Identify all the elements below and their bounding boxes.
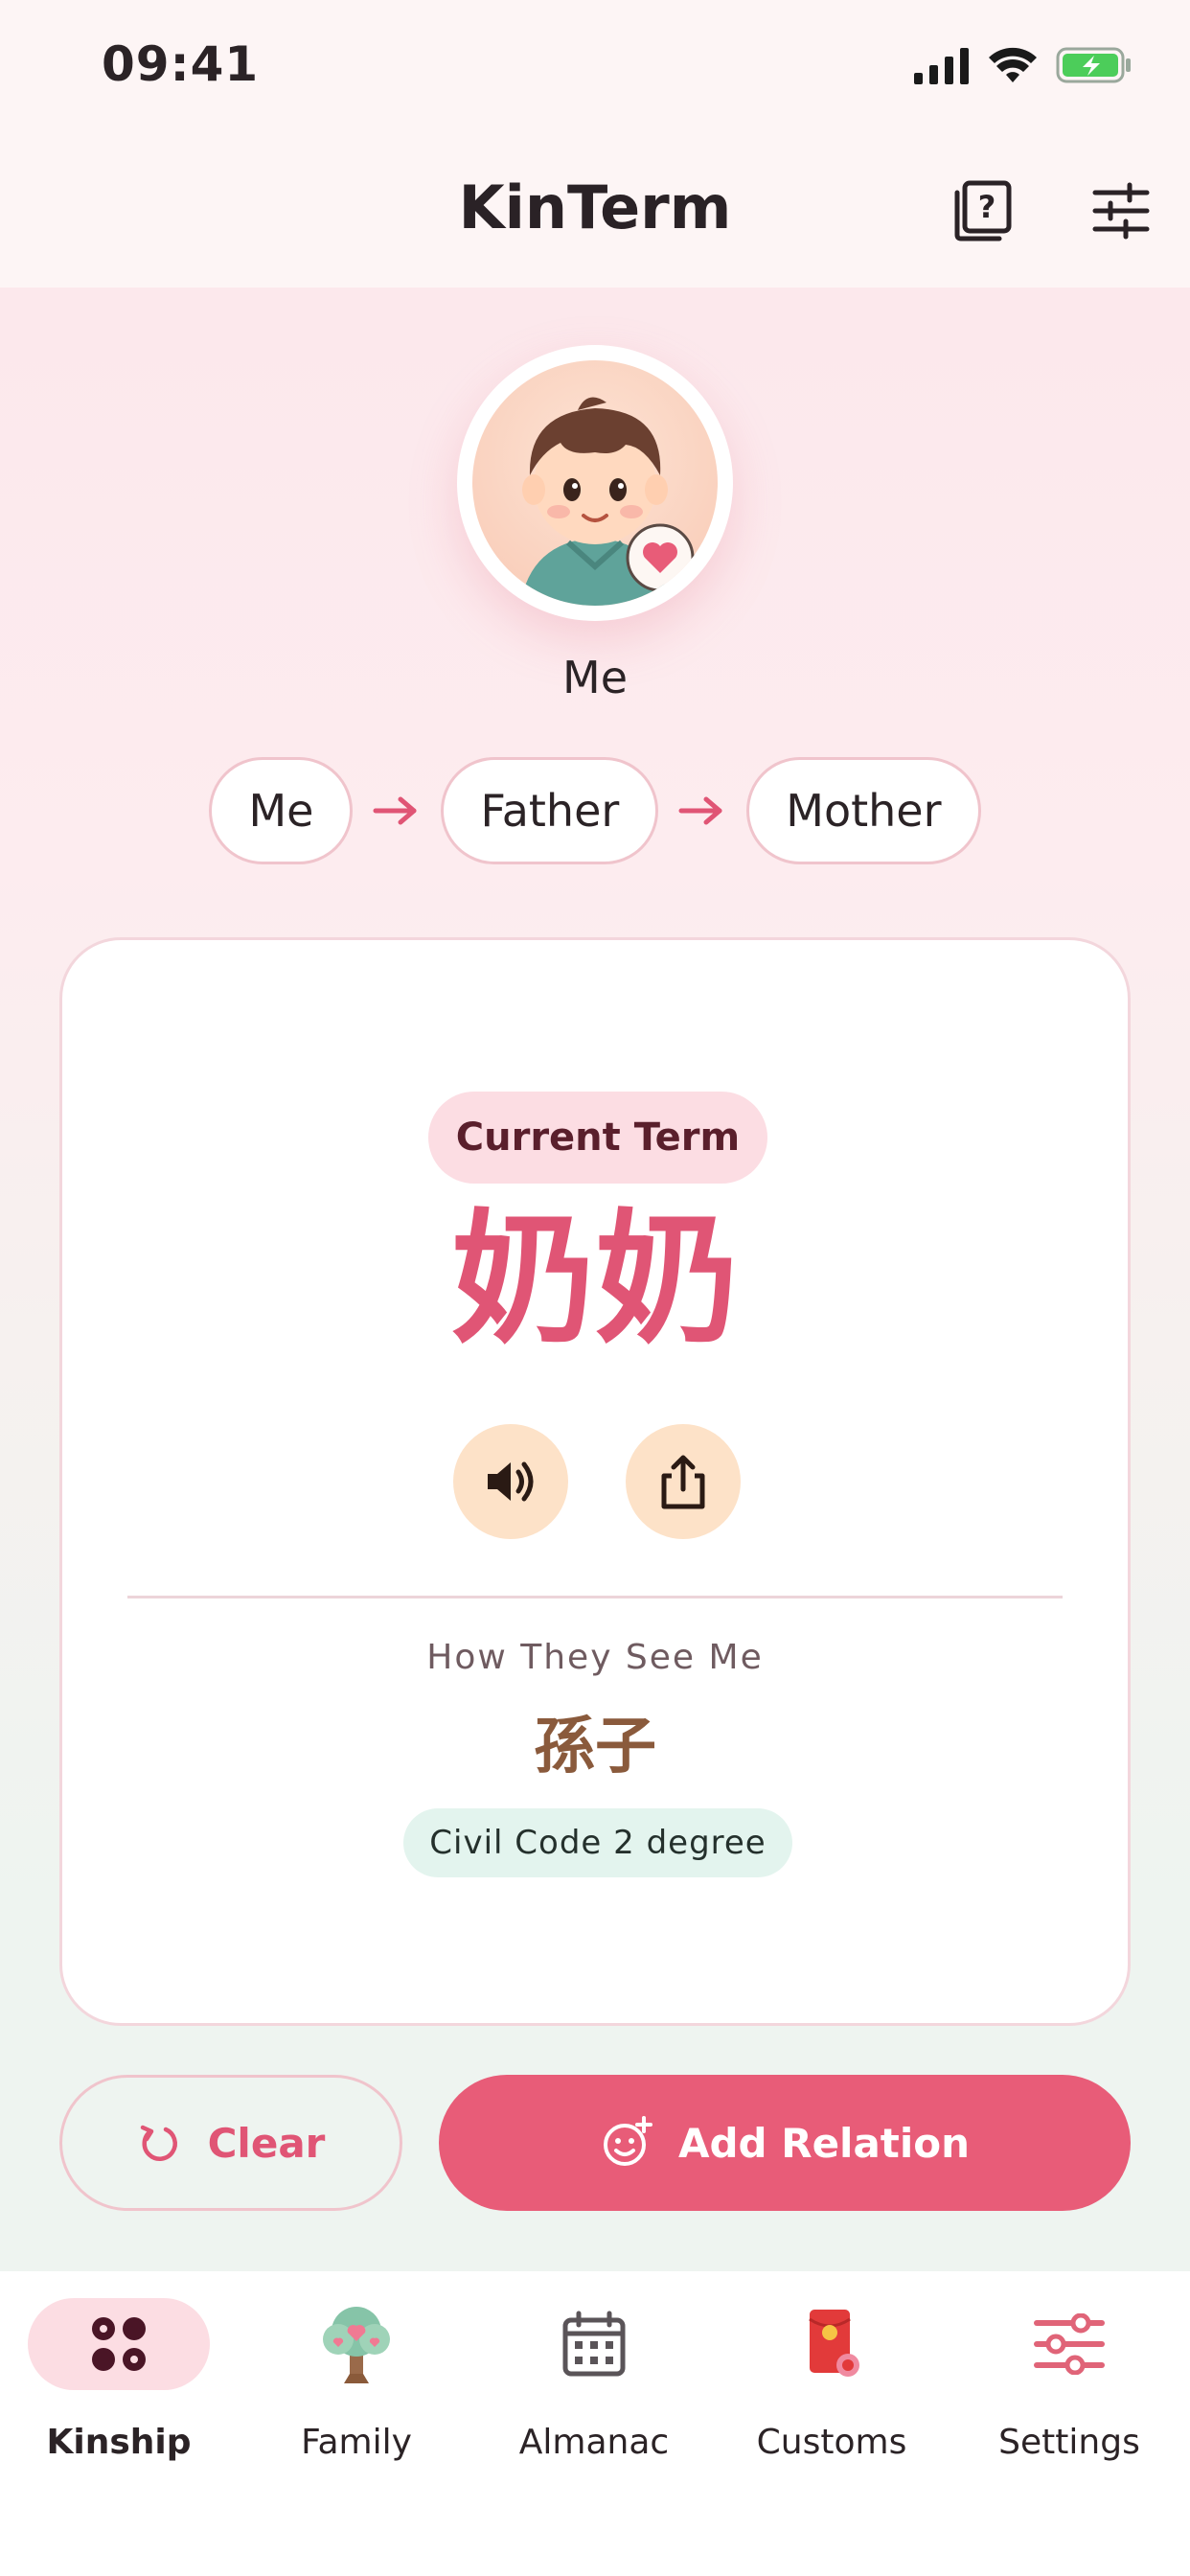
help-button[interactable]: ?: [945, 172, 1021, 249]
tab-icon-wrap: [503, 2298, 685, 2390]
svg-text:?: ?: [978, 189, 996, 225]
avatar[interactable]: [457, 345, 733, 621]
share-icon: [661, 1455, 705, 1509]
arrow-right-icon: [678, 796, 722, 825]
tab-kinship[interactable]: Kinship: [0, 2298, 238, 2509]
tab-settings[interactable]: Settings: [950, 2298, 1188, 2509]
share-button[interactable]: [626, 1424, 741, 1539]
add-relation-button[interactable]: Add Relation: [439, 2075, 1131, 2211]
status-bar: 09:41: [0, 0, 1190, 134]
relation-chain: Me Father Mother: [0, 757, 1190, 864]
tab-icon-wrap: [978, 2298, 1160, 2390]
degree-badge: Civil Code 2 degree: [403, 1808, 792, 1877]
divider: [127, 1596, 1063, 1598]
arrow-right-icon: [373, 796, 417, 825]
settings-sliders-icon: [1034, 2313, 1105, 2375]
chain-chip-mother[interactable]: Mother: [746, 757, 981, 864]
status-time: 09:41: [102, 36, 260, 92]
clear-button[interactable]: Clear: [59, 2075, 402, 2211]
reverse-term: 孫子: [534, 1712, 656, 1782]
profile-name: Me: [562, 652, 628, 703]
status-icons: [914, 46, 1133, 84]
speak-button[interactable]: [453, 1424, 568, 1539]
add-relation-label: Add Relation: [677, 2119, 971, 2167]
tab-customs[interactable]: Customs: [713, 2298, 950, 2509]
tab-bar: Kinship Family Almanac Customs Settings: [0, 2271, 1190, 2576]
chain-chip-me[interactable]: Me: [209, 757, 354, 864]
help-book-icon: ?: [954, 180, 1012, 242]
red-envelope-icon: [809, 2310, 859, 2377]
sliders-icon: [1092, 182, 1150, 240]
tab-icon-wrap: [265, 2298, 447, 2390]
chain-chip-father[interactable]: Father: [441, 757, 659, 864]
tab-icon-wrap: [741, 2298, 923, 2390]
result-card: Current Term 奶奶 How They See Me 孫子 Civil…: [59, 937, 1131, 2026]
tab-label: Family: [301, 2423, 412, 2462]
reset-icon: [140, 2125, 177, 2161]
clear-button-label: Clear: [207, 2119, 326, 2167]
nav-bar: KinTerm ?: [0, 134, 1190, 288]
kinship-grid-icon: [92, 2317, 146, 2371]
speaker-icon: [488, 1461, 534, 1502]
tab-icon-wrap: [28, 2298, 210, 2390]
reverse-term-label: How They See Me: [426, 1638, 764, 1677]
boy-avatar-icon: [472, 360, 718, 606]
tab-label: Kinship: [46, 2423, 192, 2462]
filter-button[interactable]: [1083, 172, 1159, 249]
tab-label: Customs: [756, 2423, 907, 2462]
calendar-icon: [562, 2311, 626, 2377]
add-person-smile-icon: [603, 2116, 652, 2166]
tab-family[interactable]: Family: [238, 2298, 475, 2509]
current-term: 奶奶: [450, 1197, 739, 1364]
tab-label: Settings: [998, 2423, 1140, 2462]
current-term-badge: Current Term: [428, 1092, 767, 1184]
wifi-icon: [989, 47, 1037, 82]
tab-label: Almanac: [518, 2423, 670, 2462]
signal-icon: [914, 48, 969, 84]
tab-almanac[interactable]: Almanac: [475, 2298, 713, 2509]
battery-charging-icon: [1056, 47, 1131, 83]
family-tree-icon: [323, 2307, 390, 2383]
